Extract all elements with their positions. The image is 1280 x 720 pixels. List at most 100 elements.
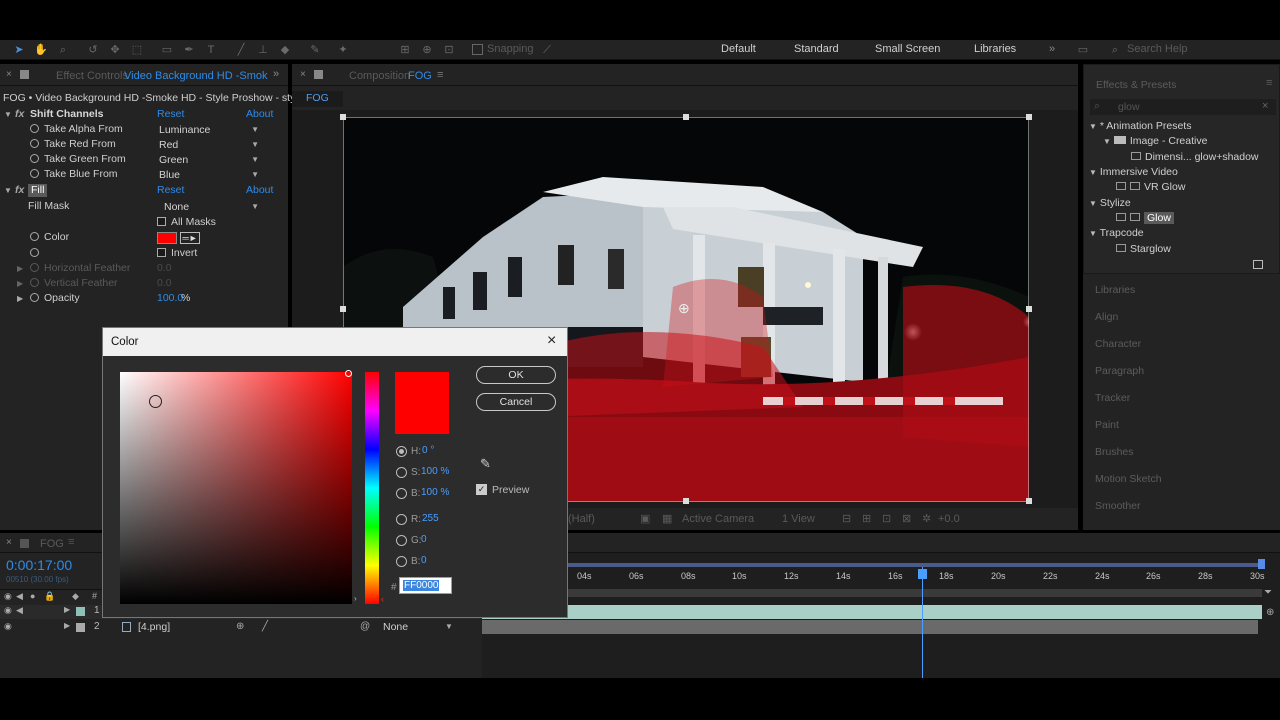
tree-group-animation-presets[interactable]: ▼ * Animation Presets [1089, 120, 1191, 132]
comp-button-icon[interactable]: ⊕ [1266, 607, 1274, 618]
stopwatch-icon[interactable] [30, 246, 39, 261]
effects-search-input[interactable]: ⌕ glow × [1090, 99, 1276, 115]
transparency-grid-icon[interactable]: ▦ [662, 512, 672, 525]
close-icon[interactable]: × [6, 537, 12, 548]
current-timecode[interactable]: 0:00:17:00 [6, 557, 72, 573]
vertical-feather-value[interactable]: 0.0 [157, 276, 172, 291]
panel-libraries[interactable]: Libraries [1095, 284, 1135, 296]
playhead-handle[interactable] [918, 569, 927, 579]
tree-item-starglow[interactable]: Starglow [1116, 243, 1171, 255]
label-color-swatch[interactable] [76, 607, 85, 616]
pen-tool-icon[interactable]: ✒ [182, 43, 196, 57]
disclosure-triangle-icon[interactable]: ▼ [4, 107, 12, 122]
horizontal-feather-value[interactable]: 0.0 [157, 261, 172, 276]
saturation-radio[interactable] [396, 467, 407, 478]
timeline-icon[interactable]: ⊡ [882, 512, 891, 525]
transform-handle[interactable] [1026, 114, 1032, 120]
region-icon[interactable]: ▣ [640, 512, 650, 525]
type-tool-icon[interactable]: T [204, 43, 218, 57]
zoom-tool-icon[interactable]: ⌕ [56, 43, 70, 57]
color-swatch[interactable] [157, 232, 177, 244]
exposure-value[interactable]: +0.0 [938, 513, 960, 525]
rectangle-tool-icon[interactable]: ▭ [160, 43, 174, 57]
stopwatch-icon[interactable] [30, 137, 39, 152]
hue-slider[interactable] [365, 372, 379, 604]
parent-pickwhip-icon[interactable]: @ [360, 621, 370, 632]
slider-arrow-right-icon[interactable]: ‹ [381, 594, 384, 604]
rotate-tool-icon[interactable]: ↺ [86, 43, 100, 57]
panel-paragraph[interactable]: Paragraph [1095, 365, 1144, 377]
panel-align[interactable]: Align [1095, 311, 1118, 323]
green-value[interactable]: 0 [421, 534, 427, 545]
stopwatch-icon[interactable] [30, 261, 39, 276]
eye-icon[interactable]: ◉ [4, 605, 12, 616]
sync-settings-icon[interactable]: ▭ [1076, 43, 1090, 57]
hamburger-menu-icon[interactable]: ≡ [68, 536, 74, 548]
tree-item-glow[interactable]: Glow [1116, 212, 1174, 224]
composition-tab-name[interactable]: FOG [408, 70, 432, 82]
red-radio[interactable] [396, 514, 407, 525]
panel-character[interactable]: Character [1095, 338, 1141, 350]
world-axis-icon[interactable]: ⊕ [420, 43, 434, 57]
take-alpha-dropdown[interactable]: Luminance ▼ [159, 123, 263, 137]
workspace-libraries[interactable]: Libraries [974, 43, 1016, 55]
stopwatch-icon[interactable] [30, 167, 39, 182]
fx-icon[interactable]: fx [15, 183, 24, 198]
effects-presets-title[interactable]: Effects & Presets [1096, 79, 1176, 91]
workspace-standard[interactable]: Standard [794, 43, 839, 55]
local-axis-icon[interactable]: ⊞ [398, 43, 412, 57]
transform-handle[interactable] [1026, 306, 1032, 312]
layer-2-bar[interactable] [482, 620, 1258, 634]
workspace-default[interactable]: Default [721, 43, 756, 55]
disclosure-triangle-icon[interactable]: ▼ [4, 183, 12, 198]
green-radio[interactable] [396, 535, 407, 546]
roto-brush-tool-icon[interactable]: ✎ [308, 43, 322, 57]
brush-tool-icon[interactable]: ╱ [234, 43, 248, 57]
fill-mask-dropdown[interactable]: None ▼ [164, 200, 263, 214]
tree-item-vr-glow[interactable]: VR Glow [1116, 181, 1185, 193]
search-help-icon[interactable]: ⌕ [1108, 43, 1122, 57]
audio-icon[interactable]: ◀ [16, 605, 23, 616]
current-time-indicator[interactable] [922, 567, 923, 678]
stopwatch-icon[interactable] [30, 230, 39, 245]
disclosure-triangle-icon[interactable]: ▶ [17, 261, 23, 276]
new-bin-icon[interactable] [1253, 260, 1263, 269]
panel-smoother[interactable]: Smoother [1095, 500, 1141, 512]
hue-value[interactable]: 0 ° [422, 445, 434, 456]
stopwatch-icon[interactable] [30, 276, 39, 291]
opacity-value[interactable]: 100.0 [157, 291, 183, 306]
eye-icon[interactable]: ◉ [4, 621, 12, 632]
transform-handle[interactable] [340, 114, 346, 120]
label-color-swatch[interactable] [76, 623, 85, 632]
active-camera-dropdown[interactable]: Active Camera [682, 513, 754, 525]
view-axis-icon[interactable]: ⊡ [442, 43, 456, 57]
selection-tool-icon[interactable]: ➤ [12, 43, 26, 57]
saturation-value[interactable]: 100 % [421, 466, 449, 477]
views-dropdown[interactable]: 1 View [782, 513, 815, 525]
solo-icon[interactable]: ● [30, 591, 35, 601]
take-green-dropdown[interactable]: Green ▼ [159, 153, 263, 167]
clear-search-icon[interactable]: × [1262, 100, 1268, 112]
audio-icon[interactable]: ◀ [16, 591, 23, 602]
fill-about[interactable]: About [246, 183, 273, 198]
tree-folder-image-creative[interactable]: ▼ Image - Creative [1103, 135, 1207, 147]
layer-1-bar[interactable] [482, 605, 1262, 619]
exposure-icon[interactable]: ✲ [922, 512, 931, 525]
disclosure-triangle-icon[interactable]: ▶ [64, 621, 70, 630]
quality-icon[interactable]: ╱ [262, 621, 268, 632]
all-masks-checkbox[interactable] [157, 215, 166, 230]
eyedropper-icon[interactable]: ✎ [480, 456, 491, 472]
close-icon[interactable]: × [300, 69, 306, 80]
zoom-slider-icon[interactable]: ⏷ [1264, 587, 1272, 598]
color-field-cursor[interactable] [149, 395, 162, 408]
composition-tab-label[interactable]: Composition [349, 70, 410, 82]
hue-radio[interactable] [396, 446, 407, 457]
camera-tool-icon[interactable]: ✥ [108, 43, 122, 57]
tree-group-stylize[interactable]: ▼ Stylize [1089, 197, 1131, 209]
blue-radio[interactable] [396, 556, 407, 567]
transform-handle[interactable] [683, 114, 689, 120]
hamburger-menu-icon[interactable]: ≡ [437, 69, 443, 81]
fx-icon[interactable]: fx [15, 107, 24, 122]
brightness-radio[interactable] [396, 488, 407, 499]
parent-dropdown[interactable]: None ▼ [383, 621, 455, 635]
